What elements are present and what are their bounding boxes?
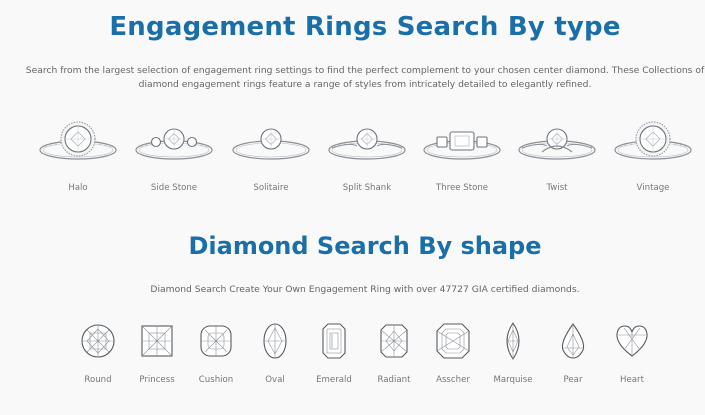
diamond-shape-label: Cushion: [198, 375, 234, 385]
diamond-shape-marquise[interactable]: Marquise: [485, 320, 541, 385]
emerald-diamond-icon: [322, 323, 346, 359]
halo-ring-icon: [39, 121, 117, 160]
princess-diamond-icon: [141, 325, 173, 357]
diamond-shape-label: Emerald: [316, 375, 352, 385]
ring-type-label: Split Shank: [342, 183, 392, 193]
diamond-section-subtitle: Diamond Search Create Your Own Engagemen…: [150, 284, 580, 295]
diamond-shape-label: Round: [84, 375, 112, 385]
diamond-shape-princess[interactable]: Princess: [129, 320, 185, 385]
diamond-shape-label: Radiant: [377, 375, 411, 385]
side-stone-ring-icon: [135, 128, 213, 160]
ring-type-label: Vintage: [636, 183, 670, 193]
diamond-shape-heart[interactable]: Heart: [604, 320, 660, 385]
description-line-2: diamond engagement rings feature a range…: [138, 79, 592, 90]
three-stone-ring-icon: [423, 131, 501, 160]
split-shank-ring-icon: [328, 128, 406, 160]
ring-type-halo[interactable]: Halo: [33, 118, 123, 193]
diamond-shape-cushion[interactable]: Cushion: [188, 320, 244, 385]
diamond-shape-emerald[interactable]: Emerald: [306, 320, 362, 385]
ring-type-vintage[interactable]: Vintage: [608, 118, 698, 193]
diamond-section-title: Diamond Search By shape: [188, 232, 542, 260]
cushion-diamond-icon: [200, 325, 232, 357]
marquise-diamond-icon: [506, 322, 520, 360]
ring-type-three-stone[interactable]: Three Stone: [417, 118, 507, 193]
diamond-shape-oval[interactable]: Oval: [247, 320, 303, 385]
diamond-shape-round[interactable]: Round: [70, 320, 126, 385]
diamond-shape-asscher[interactable]: Asscher: [425, 320, 481, 385]
heart-diamond-icon: [616, 325, 648, 357]
description-line-1: Search from the largest selection of eng…: [25, 65, 705, 76]
diamond-shape-radiant[interactable]: Radiant: [366, 320, 422, 385]
ring-type-side-stone[interactable]: Side Stone: [129, 118, 219, 193]
pear-diamond-icon: [561, 323, 585, 359]
twist-ring-icon: [518, 128, 596, 160]
diamond-shape-label: Marquise: [493, 375, 533, 385]
diamond-shape-pear[interactable]: Pear: [545, 320, 601, 385]
rings-section-title: Engagement Rings Search By type: [109, 12, 621, 42]
ring-type-split-shank[interactable]: Split Shank: [322, 118, 412, 193]
vintage-ring-icon: [614, 121, 692, 160]
ring-type-solitaire[interactable]: Solitaire: [226, 118, 316, 193]
diamond-shape-list: Round Princess Cushion Oval Emerald Radiant As…: [0, 320, 705, 400]
ring-type-label: Three Stone: [435, 183, 489, 193]
rings-section-description: Search from the largest selection of eng…: [0, 64, 705, 92]
ring-type-label: Side Stone: [150, 183, 198, 193]
ring-type-label: Halo: [68, 183, 88, 193]
diamond-shape-label: Oval: [265, 375, 285, 385]
diamond-shape-label: Heart: [620, 375, 644, 385]
ring-type-label: Twist: [546, 183, 568, 193]
diamond-shape-label: Pear: [563, 375, 583, 385]
ring-type-label: Solitaire: [253, 183, 289, 193]
diamond-shape-label: Princess: [139, 375, 175, 385]
ring-type-list: Halo Side Stone Solitaire Split Shank Three …: [0, 118, 705, 208]
diamond-shape-label: Asscher: [436, 375, 470, 385]
round-diamond-icon: [81, 324, 115, 358]
oval-diamond-icon: [263, 323, 287, 359]
radiant-diamond-icon: [380, 324, 408, 358]
asscher-diamond-icon: [436, 323, 470, 359]
ring-type-twist[interactable]: Twist: [512, 118, 602, 193]
solitaire-ring-icon: [232, 128, 310, 160]
